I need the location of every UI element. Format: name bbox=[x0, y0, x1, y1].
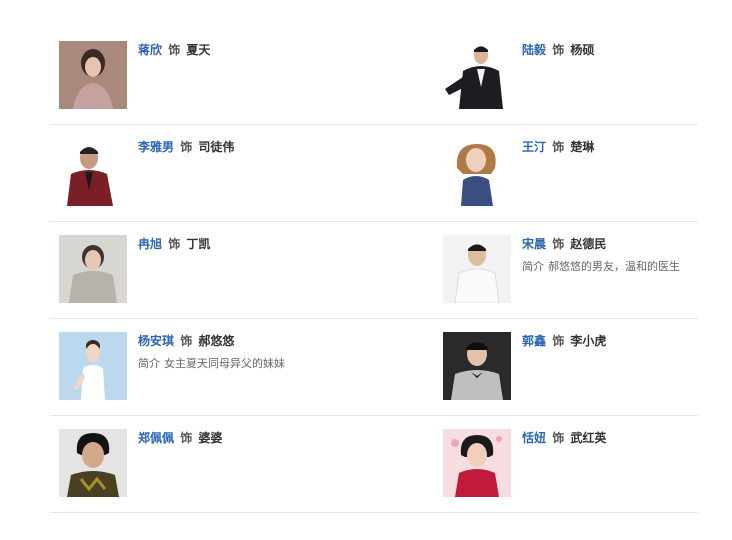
cast-row: 蒋欣 饰 夏天 陆毅 饰 杨硕 bbox=[50, 28, 698, 125]
actor-photo[interactable] bbox=[443, 41, 511, 109]
actor-photo[interactable] bbox=[443, 235, 511, 303]
intro-text: 女主夏天同母异父的妹妹 bbox=[164, 357, 285, 370]
as-label: 饰 bbox=[180, 334, 193, 348]
actor-name-link[interactable]: 郭鑫 bbox=[522, 334, 546, 348]
as-label: 饰 bbox=[168, 237, 181, 251]
actor-photo[interactable] bbox=[59, 332, 127, 400]
actor-photo[interactable] bbox=[443, 429, 511, 497]
actor-name-link[interactable]: 恬妞 bbox=[522, 431, 546, 445]
as-label: 饰 bbox=[552, 140, 565, 154]
cast-card: 王汀 饰 楚琳 bbox=[443, 138, 732, 206]
cast-card: 恬妞 饰 武红英 bbox=[443, 429, 732, 497]
actor-name-link[interactable]: 郑佩佩 bbox=[138, 431, 174, 445]
cast-row: 杨安琪 饰 郝悠悠 简介 女主夏天同母异父的妹妹 郭鑫 饰 李小虎 bbox=[50, 319, 698, 416]
role-name: 李小虎 bbox=[570, 334, 607, 348]
actor-name-link[interactable]: 冉旭 bbox=[138, 237, 162, 251]
role-intro: 简介 郝悠悠的男友，温和的医生 bbox=[522, 260, 732, 274]
cast-row: 冉旭 饰 丁凯 宋晨 饰 赵德民 简介 郝悠悠的男友，温和的医生 bbox=[50, 222, 698, 319]
actor-photo[interactable] bbox=[59, 235, 127, 303]
as-label: 饰 bbox=[552, 237, 565, 251]
as-label: 饰 bbox=[180, 140, 193, 154]
actor-photo[interactable] bbox=[59, 138, 127, 206]
cast-row: 李雅男 饰 司徒伟 王汀 饰 楚琳 bbox=[50, 125, 698, 222]
as-label: 饰 bbox=[552, 43, 565, 57]
intro-text: 郝悠悠的男友，温和的医生 bbox=[548, 260, 680, 273]
role-name: 司徒伟 bbox=[198, 140, 235, 154]
actor-photo[interactable] bbox=[59, 429, 127, 497]
cast-card: 冉旭 饰 丁凯 bbox=[59, 235, 379, 303]
as-label: 饰 bbox=[180, 431, 193, 445]
role-name: 杨硕 bbox=[570, 43, 595, 57]
role-name: 夏天 bbox=[186, 43, 211, 57]
cast-card: 郭鑫 饰 李小虎 bbox=[443, 332, 732, 400]
cast-card: 李雅男 饰 司徒伟 bbox=[59, 138, 379, 206]
cast-card: 郑佩佩 饰 婆婆 bbox=[59, 429, 379, 497]
role-name: 郝悠悠 bbox=[198, 334, 235, 348]
as-label: 饰 bbox=[168, 43, 181, 57]
actor-name-link[interactable]: 李雅男 bbox=[138, 140, 174, 154]
as-label: 饰 bbox=[552, 334, 565, 348]
role-intro: 简介 女主夏天同母异父的妹妹 bbox=[138, 357, 378, 371]
intro-label: 简介 bbox=[138, 357, 160, 370]
actor-name-link[interactable]: 王汀 bbox=[522, 140, 546, 154]
role-name: 武红英 bbox=[570, 431, 607, 445]
actor-name-link[interactable]: 杨安琪 bbox=[138, 334, 174, 348]
role-name: 丁凯 bbox=[186, 237, 211, 251]
actor-name-link[interactable]: 蒋欣 bbox=[138, 43, 162, 57]
actor-name-link[interactable]: 陆毅 bbox=[522, 43, 546, 57]
role-name: 楚琳 bbox=[570, 140, 595, 154]
role-name: 赵德民 bbox=[570, 237, 607, 251]
role-name: 婆婆 bbox=[198, 431, 223, 445]
as-label: 饰 bbox=[552, 431, 565, 445]
cast-card: 杨安琪 饰 郝悠悠 简介 女主夏天同母异父的妹妹 bbox=[59, 332, 379, 400]
cast-card: 宋晨 饰 赵德民 简介 郝悠悠的男友，温和的医生 bbox=[443, 235, 732, 303]
cast-card: 蒋欣 饰 夏天 bbox=[59, 41, 379, 109]
cast-grid: 蒋欣 饰 夏天 陆毅 饰 杨硕 李雅男 饰 司徒伟 王汀 饰 楚琳 冉旭 饰 丁… bbox=[50, 28, 698, 513]
actor-photo[interactable] bbox=[443, 138, 511, 206]
actor-photo[interactable] bbox=[443, 332, 511, 400]
cast-row: 郑佩佩 饰 婆婆 恬妞 饰 武红英 bbox=[50, 416, 698, 513]
cast-card: 陆毅 饰 杨硕 bbox=[443, 41, 732, 109]
actor-name-link[interactable]: 宋晨 bbox=[522, 237, 546, 251]
actor-photo[interactable] bbox=[59, 41, 127, 109]
intro-label: 简介 bbox=[522, 260, 544, 273]
